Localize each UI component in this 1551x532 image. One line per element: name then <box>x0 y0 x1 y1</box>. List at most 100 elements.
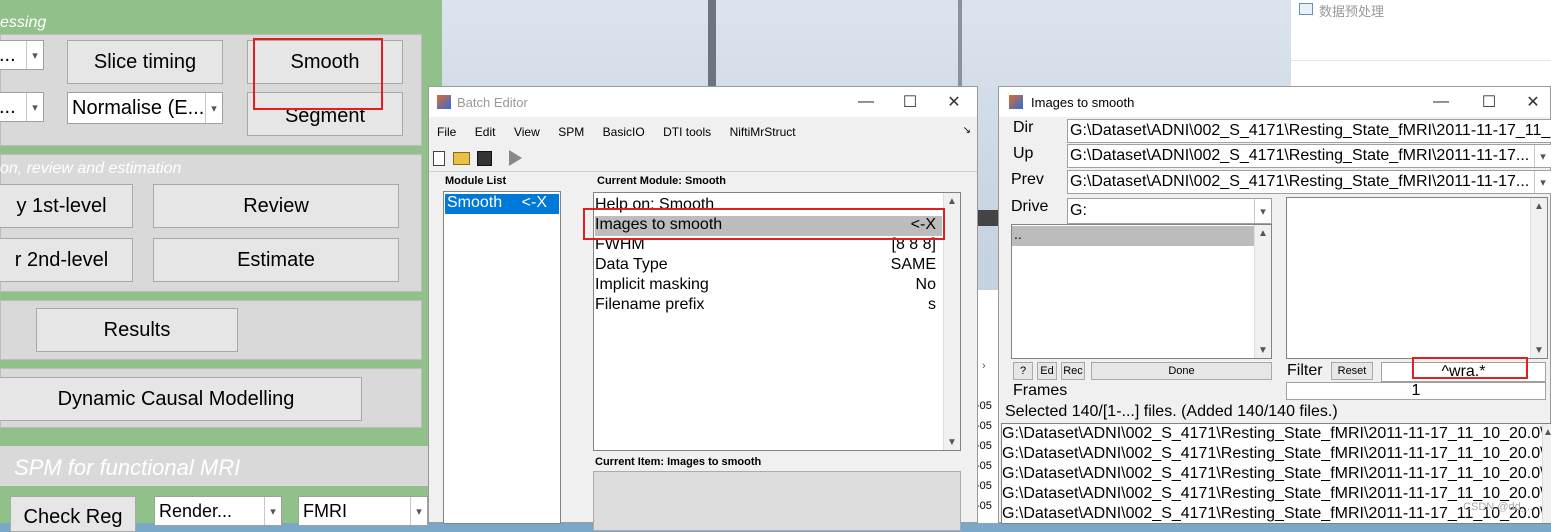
background-pole <box>708 0 716 90</box>
dir-field[interactable]: G:\Dataset\ADNI\002_S_4171\Resting_State… <box>1067 119 1551 143</box>
section-model-title: on, review and estimation <box>0 160 182 177</box>
batch-editor-titlebar: Batch Editor — ☐ ✕ <box>429 87 977 117</box>
chevron-down-icon: ▾ <box>410 497 427 525</box>
menu-edit[interactable]: Edit <box>475 125 496 139</box>
matlab-icon <box>437 95 451 109</box>
render-dropdown[interactable]: Render... ▾ <box>154 496 282 526</box>
save-icon[interactable] <box>477 151 492 166</box>
batch-editor-menubar: File Edit View SPM BasicIO DTI tools Nif… <box>437 123 969 141</box>
slice-timing-button[interactable]: Slice timing <box>67 40 223 84</box>
modality-dropdown[interactable]: FMRI ▾ <box>298 496 428 526</box>
normalise-dropdown[interactable]: Normalise (E... ▾ <box>67 92 223 124</box>
module-row-implicit-masking[interactable]: Implicit masking No <box>595 276 942 296</box>
current-module-label: Current Module: Smooth <box>597 175 726 187</box>
selected-file-row[interactable]: G:\Dataset\ADNI\002_S_4171\Resting_State… <box>1002 485 1545 505</box>
file-list[interactable]: ▲ ▼ <box>1286 197 1548 359</box>
module-list-label: Module List <box>445 175 507 187</box>
selected-file-row[interactable]: G:\Dataset\ADNI\002_S_4171\Resting_State… <box>1002 445 1545 465</box>
run-icon[interactable] <box>509 150 522 166</box>
close-icon[interactable]: ✕ <box>1518 91 1548 113</box>
background-window-divider <box>1291 60 1551 61</box>
help-button[interactable]: ? <box>1013 362 1033 380</box>
menu-dti-tools[interactable]: DTI tools <box>663 125 711 139</box>
file-selector-title: Images to smooth <box>1031 94 1135 110</box>
minimize-icon[interactable]: — <box>851 91 881 113</box>
minimize-icon[interactable]: — <box>1426 91 1456 113</box>
estimate-button[interactable]: Estimate <box>153 238 399 282</box>
file-selector-window: Images to smooth — ☐ ✕ Dir G:\Dataset\AD… <box>998 86 1551 525</box>
side-arrow-icon: › <box>982 360 986 372</box>
drive-dropdown[interactable]: G: ▾ <box>1067 198 1272 224</box>
recursive-button[interactable]: Rec <box>1061 362 1085 380</box>
scroll-down-icon[interactable]: ▼ <box>1255 342 1271 358</box>
chevron-down-icon: ▾ <box>26 41 43 69</box>
highlight-box-smooth <box>253 38 383 110</box>
module-list[interactable]: Smooth <-X <box>443 191 561 524</box>
chevron-down-icon: ▾ <box>1534 145 1551 167</box>
scroll-down-icon[interactable]: ▼ <box>944 434 960 450</box>
dcm-button[interactable]: Dynamic Causal Modelling <box>0 377 362 421</box>
highlight-box-images-to-smooth <box>583 208 945 240</box>
preproc-dropdown-2[interactable]: ... ▾ <box>0 92 44 122</box>
selected-file-row[interactable]: G:\Dataset\ADNI\002_S_4171\Resting_State… <box>1002 505 1545 525</box>
directory-list[interactable]: .. ▲ ▼ <box>1011 224 1272 359</box>
results-button[interactable]: Results <box>36 308 238 352</box>
scroll-up-icon[interactable]: ▲ <box>1255 225 1271 241</box>
scroll-up-icon[interactable]: ▲ <box>1543 424 1551 440</box>
done-button[interactable]: Done <box>1091 362 1272 380</box>
up-dropdown[interactable]: G:\Dataset\ADNI\002_S_4171\Resting_State… <box>1067 144 1551 168</box>
check-reg-button[interactable]: Check Reg <box>10 496 136 532</box>
frames-label: Frames <box>1013 382 1068 399</box>
chevron-down-icon: ▾ <box>205 93 222 123</box>
current-item-box <box>593 471 961 531</box>
reset-button[interactable]: Reset <box>1331 362 1373 380</box>
prev-label: Prev <box>1011 171 1044 188</box>
menu-file[interactable]: File <box>437 125 456 139</box>
dir-label: Dir <box>1013 119 1034 136</box>
module-list-item[interactable]: Smooth <-X <box>445 194 559 214</box>
watermark: CSDN @dd_... <box>1463 501 1536 513</box>
module-row-data-type[interactable]: Data Type SAME <box>595 256 942 276</box>
chevron-down-icon: ▾ <box>26 93 43 121</box>
drive-label: Drive <box>1011 198 1049 215</box>
module-item-label: Smooth <box>447 194 503 211</box>
directory-list-item[interactable]: .. <box>1012 226 1255 246</box>
module-row-filename-prefix[interactable]: Filename prefix s <box>595 296 942 316</box>
module-list-scrollbar[interactable]: ▲ ▼ <box>943 193 960 450</box>
maximize-icon[interactable]: ☐ <box>895 91 925 113</box>
dock-arrow-icon[interactable]: ↘ <box>963 125 971 136</box>
scroll-down-icon[interactable]: ▼ <box>1531 342 1547 358</box>
selection-status: Selected 140/[1-...] files. (Added 140/1… <box>1005 403 1338 420</box>
menu-basicio[interactable]: BasicIO <box>603 125 645 139</box>
highlight-box-filter <box>1412 357 1528 379</box>
frames-input[interactable]: 1 <box>1286 382 1546 400</box>
selected-file-row[interactable]: G:\Dataset\ADNI\002_S_4171\Resting_State… <box>1002 465 1545 485</box>
menu-spm[interactable]: SPM <box>558 125 584 139</box>
prev-dropdown[interactable]: G:\Dataset\ADNI\002_S_4171\Resting_State… <box>1067 170 1551 194</box>
maximize-icon[interactable]: ☐ <box>1474 91 1504 113</box>
footer-title: SPM for functional MRI <box>14 455 241 480</box>
menu-niftimrstruct[interactable]: NiftiMrStruct <box>730 125 796 139</box>
edit-button[interactable]: Ed <box>1037 362 1057 380</box>
background-window: 数据预处理 <box>1290 0 1551 88</box>
scroll-up-icon[interactable]: ▲ <box>944 193 960 209</box>
matlab-icon <box>1009 95 1023 109</box>
file-list-scrollbar[interactable]: ▲ ▼ <box>1530 198 1547 358</box>
batch-editor-toolbar <box>429 145 977 172</box>
chevron-down-icon: ▾ <box>1254 199 1271 223</box>
first-level-button[interactable]: y 1st-level <box>0 184 133 228</box>
selected-file-row[interactable]: G:\Dataset\ADNI\002_S_4171\Resting_State… <box>1002 425 1545 445</box>
directory-list-scrollbar[interactable]: ▲ ▼ <box>1254 225 1271 358</box>
menu-view[interactable]: View <box>514 125 540 139</box>
close-icon[interactable]: ✕ <box>939 91 969 113</box>
batch-editor-title: Batch Editor <box>457 94 528 110</box>
new-file-icon[interactable] <box>433 151 445 166</box>
batch-editor-window: Batch Editor — ☐ ✕ File Edit View SPM Ba… <box>428 86 978 531</box>
file-selector-titlebar: Images to smooth — ☐ ✕ <box>999 87 1550 117</box>
open-folder-icon[interactable] <box>453 152 470 165</box>
review-button[interactable]: Review <box>153 184 399 228</box>
second-level-button[interactable]: r 2nd-level <box>0 238 133 282</box>
selected-files-scrollbar[interactable]: ▲ <box>1542 424 1551 523</box>
preproc-dropdown-1[interactable]: ... ▾ <box>0 40 44 70</box>
scroll-up-icon[interactable]: ▲ <box>1531 198 1547 214</box>
